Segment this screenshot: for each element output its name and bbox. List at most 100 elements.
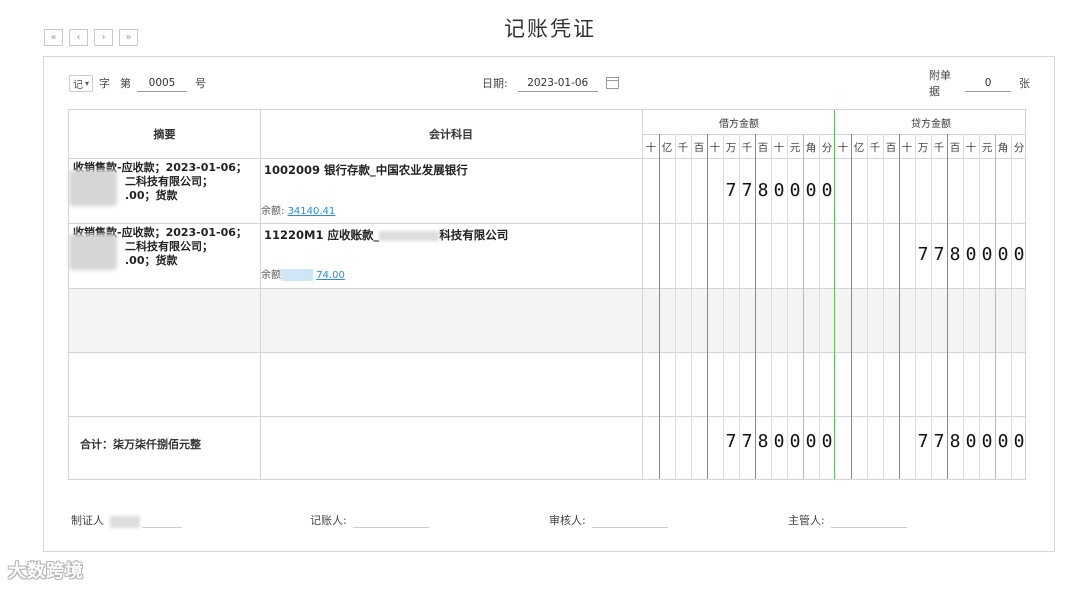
digit-column-line xyxy=(979,134,980,479)
zi-label: 字 xyxy=(99,77,111,90)
amount-digit: 0 xyxy=(965,244,977,265)
amount-digit: 0 xyxy=(821,431,833,452)
digit-unit-label: 千 xyxy=(869,142,881,154)
balance-link-1[interactable]: 34140.41 xyxy=(288,206,336,217)
credit-amount-2[interactable]: 7780000 xyxy=(835,244,1027,265)
redacted-blur xyxy=(69,234,117,270)
attach-label: 附单据 xyxy=(929,69,951,98)
amount-digit xyxy=(899,431,915,452)
entry-account-1[interactable]: 1002009 银行存款_中国农业发展银行 xyxy=(264,162,468,178)
amount-digit xyxy=(867,431,883,452)
digit-column-line xyxy=(883,134,884,479)
amount-digit: 7 xyxy=(917,244,929,265)
amount-digit: 0 xyxy=(805,431,817,452)
digit-unit-label: 分 xyxy=(1013,142,1025,154)
di-label: 第 xyxy=(120,77,132,90)
digit-unit-label: 千 xyxy=(933,142,945,154)
summary-header: 摘要 xyxy=(153,128,176,141)
empty-row-shade xyxy=(69,288,1025,352)
amount-digit xyxy=(643,431,659,452)
amount-digit: 7 xyxy=(917,431,929,452)
amount-digit xyxy=(835,431,851,452)
amount-digit: 7 xyxy=(741,431,753,452)
amount-digit xyxy=(675,180,691,201)
digit-unit-label: 百 xyxy=(949,142,961,154)
entry-balance-1: 余额: 34140.41 xyxy=(261,206,336,217)
hao-label: 号 xyxy=(195,77,207,90)
auditor-field[interactable] xyxy=(591,500,668,528)
amount-digit: 0 xyxy=(789,431,801,452)
balance-link-2[interactable]: 74.00 xyxy=(316,270,345,281)
zhang-label: 张 xyxy=(1019,77,1030,90)
amount-digit xyxy=(675,431,691,452)
supervisor-field[interactable] xyxy=(830,500,907,528)
attach-count-field[interactable]: 0 xyxy=(965,75,1011,92)
date-field[interactable]: 2023-01-06 xyxy=(517,75,598,92)
amount-digit: 0 xyxy=(997,244,1009,265)
bookkeeper-field[interactable] xyxy=(352,500,429,528)
digit-unit-label: 元 xyxy=(981,142,993,154)
amount-digit: 0 xyxy=(997,431,1009,452)
amount-digit xyxy=(707,431,723,452)
digit-unit-label: 十 xyxy=(965,142,977,154)
amount-digit: 0 xyxy=(1013,244,1025,265)
amount-digit: 7 xyxy=(725,180,737,201)
digit-column-line xyxy=(1011,134,1012,479)
amount-digit: 8 xyxy=(949,244,961,265)
page-title: 记账凭证 xyxy=(504,17,596,41)
calendar-icon[interactable] xyxy=(605,77,619,89)
amount-digit: 0 xyxy=(981,244,993,265)
digit-column-line xyxy=(963,134,964,479)
amount-digit xyxy=(883,244,899,265)
amount-digit: 0 xyxy=(1013,431,1025,452)
digit-unit-label: 十 xyxy=(901,142,913,154)
debit-amount-1[interactable]: 7780000 xyxy=(643,180,835,201)
amount-digit: 8 xyxy=(757,431,769,452)
amount-digit: 7 xyxy=(933,244,945,265)
amount-digit xyxy=(643,180,659,201)
digit-unit-label: 角 xyxy=(805,142,817,154)
amount-digit xyxy=(835,244,851,265)
entry-account-2[interactable]: 11220M1 应收账款_ 科技有限公司 xyxy=(264,227,508,243)
digit-unit-label: 十 xyxy=(773,142,785,154)
digit-unit-label: 万 xyxy=(917,142,929,154)
amount-digit: 0 xyxy=(821,180,833,201)
date-label: 日期: xyxy=(482,77,508,90)
digit-column-line xyxy=(995,134,996,479)
amount-digit xyxy=(691,180,707,201)
debit-credit-divider xyxy=(834,110,835,479)
voucher-table: 摘要 会计科目 借方金额 贷方金额 十亿千百十万千百十元角分 十亿千百十万千百十… xyxy=(68,109,1026,480)
digit-column-line xyxy=(899,134,900,479)
total-debit-amount: 7780000 xyxy=(643,431,835,452)
supervisor-signature: 主管人: xyxy=(788,500,907,528)
amount-digit xyxy=(867,244,883,265)
amount-digit: 0 xyxy=(773,180,785,201)
entry-balance-2: 余额 74.00 xyxy=(261,269,345,281)
amount-digit: 0 xyxy=(965,431,977,452)
amount-digit: 8 xyxy=(757,180,769,201)
total-credit-amount: 7780000 xyxy=(835,431,1027,452)
amount-digit: 0 xyxy=(789,180,801,201)
digit-column-line xyxy=(947,134,948,479)
maker-field[interactable] xyxy=(142,500,182,528)
debit-header: 借方金额 xyxy=(719,119,759,130)
amount-digit xyxy=(659,180,675,201)
voucher-type-select[interactable]: 记 ▾ xyxy=(69,74,94,92)
amount-digit: 7 xyxy=(741,180,753,201)
amount-digit: 0 xyxy=(981,431,993,452)
redacted-blur xyxy=(69,170,117,206)
auditor-signature: 审核人: xyxy=(549,500,668,528)
voucher-number-field[interactable]: 0005 xyxy=(137,75,188,92)
watermark: 大数跨境 xyxy=(8,561,84,582)
amount-digit xyxy=(707,180,723,201)
amount-digit: 7 xyxy=(933,431,945,452)
account-header: 会计科目 xyxy=(429,128,473,141)
maker-signature: 制证人 xyxy=(71,500,182,528)
amount-digit xyxy=(659,431,675,452)
digit-unit-label: 百 xyxy=(757,142,769,154)
amount-digit xyxy=(691,431,707,452)
digit-unit-label: 分 xyxy=(821,142,833,154)
credit-header: 贷方金额 xyxy=(911,119,951,130)
digit-column-line xyxy=(867,134,868,479)
amount-digit: 0 xyxy=(773,431,785,452)
